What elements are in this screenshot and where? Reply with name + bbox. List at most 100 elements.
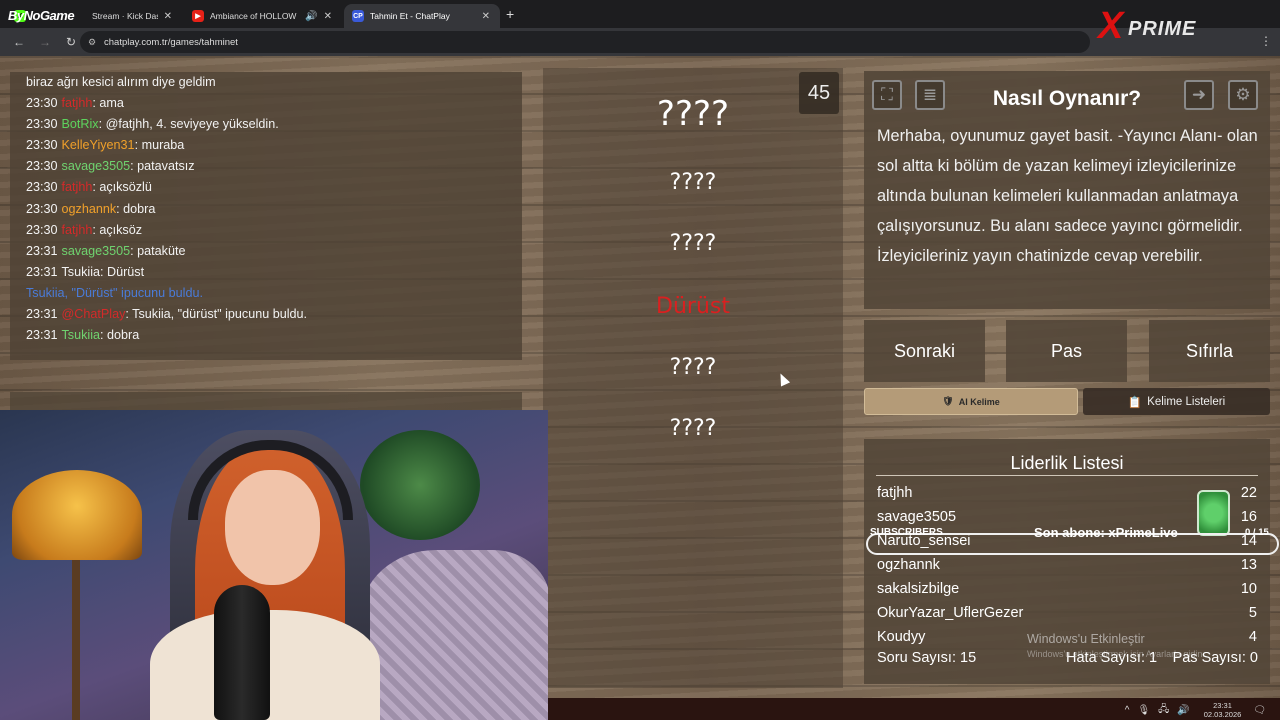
chat-message: 23:30 ogzhannk: dobra — [26, 199, 522, 220]
clue-word: ???? — [669, 170, 717, 195]
chat-text: açıksöz — [95, 222, 143, 237]
close-icon[interactable]: ✕ — [482, 11, 490, 22]
leaderboard-panel: Liderlik Listesi fatjhh 22 savage3505 16 Nar… — [864, 439, 1270, 684]
player-name: fatjhh — [877, 485, 913, 501]
how-to-play-panel: ⛶ ≣ Nasıl Oynanır? ➜ ⚙ Merhaba, oyunumuz… — [864, 71, 1270, 309]
player-score: 4 — [1248, 629, 1257, 645]
chat-username[interactable]: KelleYiyen31 — [62, 138, 135, 152]
chat-message: 23:30 savage3505: patavatsız — [26, 156, 522, 177]
chat-username[interactable]: Tsukiia — [62, 265, 101, 279]
chat-message: 23:30 fatjhh: açıksözlü — [26, 177, 522, 198]
url-field[interactable]: ⚙ chatplay.com.tr/games/tahminet — [80, 31, 1090, 53]
chat-timestamp: 23:31 — [26, 243, 58, 258]
last-subscriber: Son abone: xPrimeLive — [1034, 525, 1178, 540]
word-panel: 45 ???? ???? ???? Dürüst ???? ???? — [543, 68, 843, 688]
tab-label: Tahmin Et - ChatPlay — [370, 11, 450, 21]
speaker-icon[interactable]: 🔊 — [305, 11, 317, 22]
chat-message: 23:31 savage3505: pataküte — [26, 241, 522, 262]
site-info-icon[interactable]: ⚙ — [88, 37, 96, 48]
clock[interactable]: 23:31 02.03.2026 — [1204, 701, 1242, 719]
close-icon[interactable]: ✕ — [164, 11, 172, 22]
leaderboard-row: OkurYazar_UflerGezer 5 — [877, 605, 1257, 629]
chat-username[interactable]: BotRix — [62, 117, 99, 131]
chat-username[interactable]: Tsukiia, "Dürüst" ipucunu buldu. — [26, 286, 203, 300]
chat-message: Tsukiia, "Dürüst" ipucunu buldu. — [26, 283, 522, 304]
reload-icon[interactable]: ↻ — [64, 35, 78, 49]
chat-message: 23:31 @ChatPlay: Tsukiia, "dürüst" ipucun… — [26, 304, 522, 325]
notification-icon[interactable]: 🗨 — [1253, 705, 1266, 716]
player-name: sakalsizbilge — [877, 581, 960, 597]
volume-icon[interactable]: 🔊 — [1177, 705, 1189, 716]
leaderboard-row: sakalsizbilge 10 — [877, 581, 1257, 605]
xprime-logo-text: PRIME — [1128, 18, 1197, 40]
xprime-logo-x: X — [1098, 5, 1124, 47]
chat-text: Dürüst — [103, 264, 145, 279]
network-icon[interactable]: 🖧 — [1158, 702, 1169, 719]
chat-message: 23:30 fatjhh: açıksöz — [26, 220, 522, 241]
question-count: Soru Sayısı: 15 — [877, 650, 977, 666]
chat-username[interactable]: fatjhh — [62, 180, 93, 194]
pass-button[interactable]: Pas — [1006, 320, 1127, 382]
url-text: chatplay.com.tr/games/tahminet — [104, 36, 238, 48]
player-name: ogzhannk — [877, 557, 940, 573]
chat-timestamp: 23:30 — [26, 180, 58, 195]
chat-text: pataküte — [133, 243, 186, 258]
taskbar: ^ 🎙 🖧 🔊 23:31 02.03.2026 🗨 — [548, 698, 1280, 720]
close-icon[interactable]: ✕ — [324, 11, 332, 22]
chat-text: muraba — [138, 138, 185, 153]
clock-date: 02.03.2026 — [1203, 710, 1242, 719]
chat-text: açıksözlü — [95, 180, 152, 195]
tab-chatplay[interactable]: CP Tahmin Et - ChatPlay ✕ — [344, 4, 500, 28]
back-icon[interactable]: ← — [12, 35, 26, 49]
chat-username[interactable]: fatjhh — [62, 223, 93, 237]
new-tab-button[interactable]: + — [506, 6, 514, 22]
chat-timestamp: 23:30 — [26, 117, 58, 132]
subscriber-jar-icon — [1197, 490, 1230, 536]
chat-message: 23:30 KelleYiyen31: muraba — [26, 135, 522, 156]
microphone-icon[interactable]: 🎙 — [1137, 705, 1150, 716]
chat-username[interactable]: @ChatPlay — [62, 307, 126, 321]
forward-icon[interactable]: → — [38, 35, 52, 49]
chat-text: dobra — [119, 201, 156, 216]
reset-button[interactable]: Sıfırla — [1149, 320, 1270, 382]
player-score: 10 — [1240, 581, 1257, 597]
chat-text: ama — [95, 96, 124, 111]
next-button[interactable]: Sonraki — [864, 320, 985, 382]
divider — [876, 475, 1258, 476]
xprime-logo: X PRIME — [1098, 6, 1273, 48]
chat-username[interactable]: savage3505 — [62, 244, 131, 258]
chat-message: 23:31 Tsukiia: Dürüst — [26, 262, 522, 283]
leaderboard-title: Liderlik Listesi — [1010, 453, 1124, 473]
chat-text: Tsukiia, "dürüst" ipucunu buldu. — [128, 307, 308, 322]
leaderboard-row: ogzhannk 13 — [877, 557, 1257, 581]
exit-icon[interactable]: ➜ — [1184, 80, 1214, 110]
player-score: 13 — [1240, 557, 1257, 573]
chat-timestamp: 23:30 — [26, 201, 58, 216]
chat-username[interactable]: Tsukiia — [62, 328, 101, 342]
chat-username[interactable]: savage3505 — [62, 159, 131, 173]
clipboard-icon: 📋 — [1127, 396, 1143, 409]
chevron-up-icon[interactable]: ^ — [1125, 705, 1130, 716]
chatplay-icon: CP — [352, 10, 364, 22]
chat-input-area — [10, 392, 522, 412]
chat-timestamp: 23:30 — [26, 222, 58, 237]
player-score: 22 — [1240, 485, 1257, 501]
chat-message: 23:30 fatjhh: ama — [26, 93, 522, 114]
player-name: savage3505 — [877, 509, 957, 525]
tab-youtube[interactable]: ▶ Ambiance of HOLLOW KNIG 🔊 ✕ — [184, 4, 342, 28]
gear-icon[interactable]: ⚙ — [1228, 80, 1258, 110]
chat-username[interactable]: ogzhannk — [62, 202, 117, 216]
chat-panel: biraz ağrı kesici alırım diye geldim 23:3… — [10, 72, 522, 360]
clock-time: 23:31 — [1213, 701, 1232, 710]
chat-timestamp: 23:31 — [26, 307, 58, 322]
blanket — [360, 550, 548, 720]
subscriber-count: 0 / 15 — [1245, 527, 1269, 538]
chat-username[interactable]: fatjhh — [62, 96, 93, 110]
ai-word-button[interactable]: 🛡 AI Kelime — [864, 388, 1078, 415]
clue-word: ???? — [669, 416, 717, 441]
word-lists-button[interactable]: 📋 Kelime Listeleri — [1083, 388, 1270, 415]
activation-watermark-title: Windows'u Etkinleştir — [1027, 632, 1145, 646]
chat-text: dobra — [103, 328, 140, 343]
lamp-pole — [72, 560, 80, 720]
chat-text: biraz ağrı kesici alırım diye geldim — [26, 75, 216, 89]
